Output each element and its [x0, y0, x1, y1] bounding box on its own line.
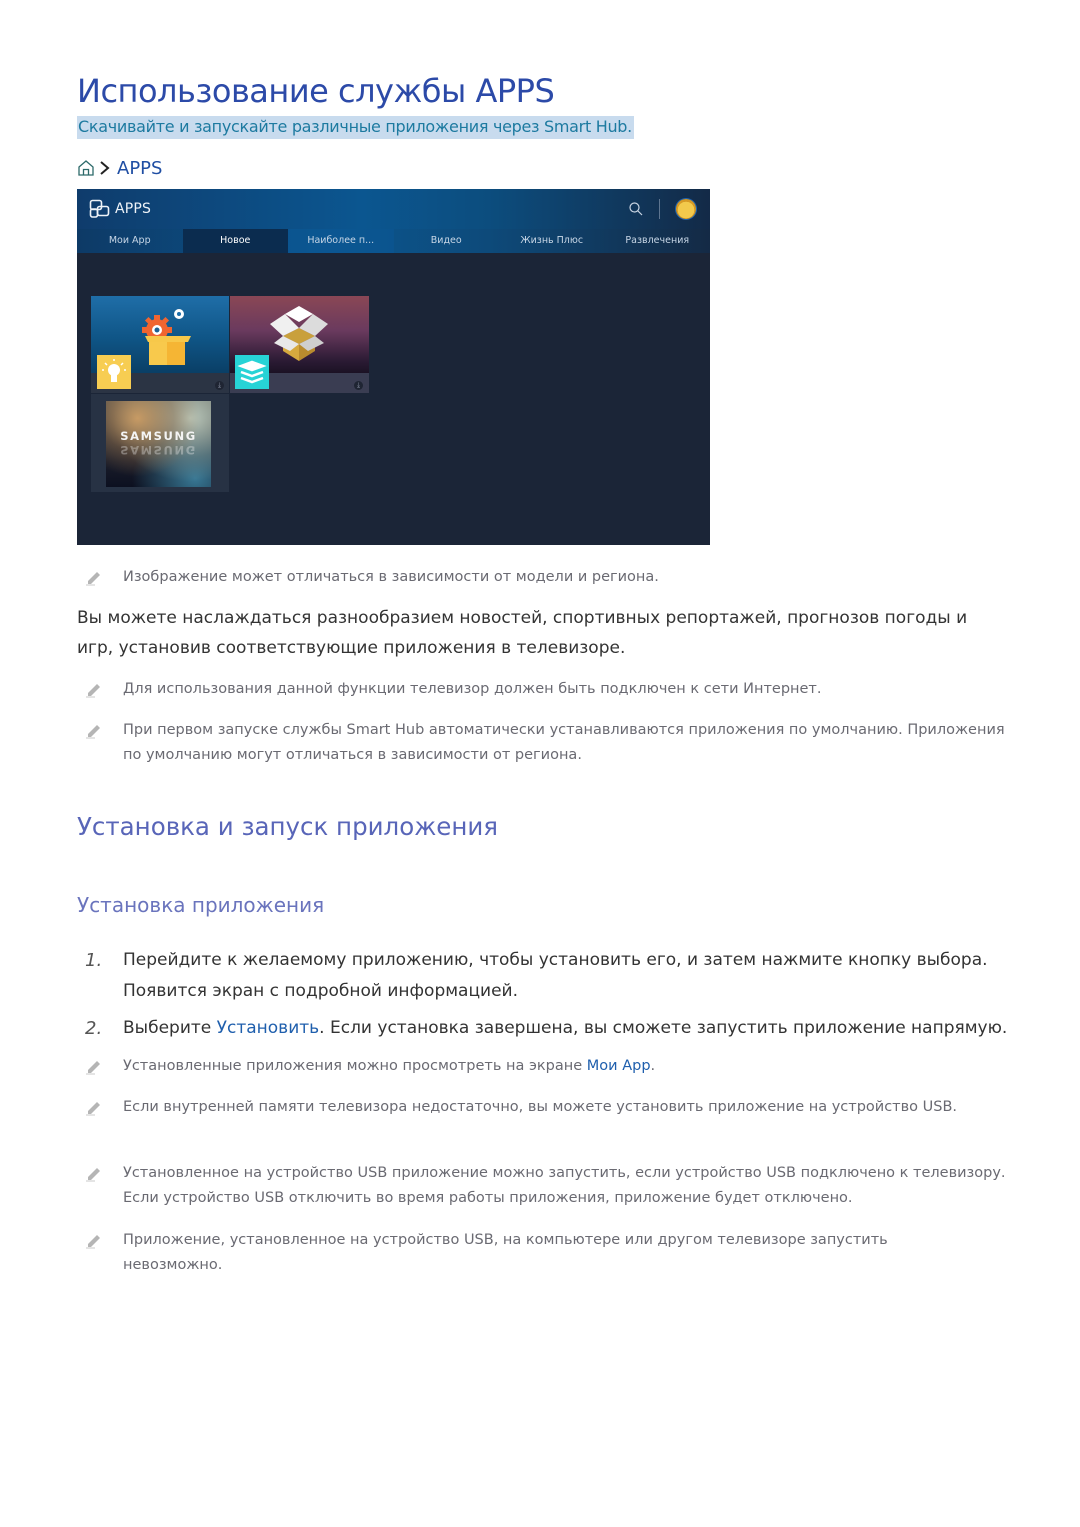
- note-my-apps: Установленные приложения можно просмотре…: [85, 1054, 995, 1079]
- breadcrumb-apps[interactable]: APPS: [117, 158, 162, 179]
- tv-header: APPS: [77, 189, 710, 229]
- tab-my-apps[interactable]: Мои App: [77, 229, 183, 253]
- note-text: Установленные приложения можно просмотре…: [123, 1054, 995, 1079]
- note-text-before: Установленные приложения можно просмотре…: [123, 1058, 587, 1074]
- apps-title: APPS: [115, 201, 152, 217]
- pencil-icon: [86, 572, 100, 586]
- step-1: 1. Перейдите к желаемому приложению, что…: [85, 945, 1030, 1007]
- section-heading: Установка и запуск приложения: [77, 812, 499, 841]
- apps-logo-icon: [89, 199, 110, 218]
- apps-logo: APPS: [89, 199, 151, 219]
- profile-avatar-icon[interactable]: [676, 199, 696, 219]
- tab-video[interactable]: Видео: [394, 229, 500, 253]
- note-image-varies: Изображение может отличаться в зависимос…: [85, 565, 995, 590]
- chevron-right-icon: [100, 161, 110, 175]
- intro-paragraph: Вы можете наслаждаться разнообразием нов…: [77, 608, 968, 658]
- apps-screenshot: APPS Мои App Новое Наиболее п... Видео Ж…: [77, 189, 710, 545]
- samsung-art: SAMSUNG SAMSUNG: [106, 401, 211, 487]
- tv-tabs: Мои App Новое Наиболее п... Видео Жизнь …: [77, 229, 710, 253]
- pencil-icon: [86, 684, 100, 698]
- note-usb-other-device: Приложение, установленное на устройство …: [85, 1228, 965, 1278]
- tab-new[interactable]: Новое: [182, 229, 288, 253]
- note-usb-run: Установленное на устройство USB приложен…: [85, 1161, 1010, 1211]
- note-text: Для использования данной функции телевиз…: [123, 681, 822, 697]
- header-divider: [659, 199, 660, 219]
- note-internet: Для использования данной функции телевиз…: [85, 677, 995, 702]
- page-title: Использование службы APPS: [77, 72, 555, 110]
- note-usb-install: Если внутренней памяти телевизора недост…: [85, 1095, 985, 1120]
- pencil-icon: [86, 1168, 100, 1182]
- subsection-heading: Установка приложения: [77, 893, 325, 917]
- pencil-icon: [86, 1235, 100, 1249]
- step-text-after: . Если установка завершена, вы сможете з…: [319, 1018, 1008, 1038]
- tab-most-popular[interactable]: Наиболее п...: [288, 229, 394, 253]
- step-text-before: Выберите: [123, 1018, 217, 1038]
- step-2: 2. Выберите Установить. Если установка з…: [85, 1013, 1045, 1044]
- samsung-logo: SAMSUNG: [120, 429, 197, 443]
- note-text-after: .: [650, 1058, 656, 1074]
- note-text: Установленное на устройство USB приложен…: [123, 1165, 1006, 1206]
- page-subtitle: Скачивайте и запускайте различные прилож…: [77, 116, 634, 139]
- note-text: Приложение, установленное на устройство …: [123, 1232, 888, 1273]
- app-tile-1[interactable]: ⤓: [91, 296, 229, 393]
- download-icon[interactable]: ⤓: [215, 381, 224, 390]
- pencil-icon: [86, 1102, 100, 1116]
- install-link[interactable]: Установить: [217, 1018, 320, 1038]
- note-default-apps: При первом запуске службы Smart Hub авто…: [85, 718, 1005, 768]
- app-tile-samsung[interactable]: SAMSUNG SAMSUNG: [91, 394, 229, 492]
- samsung-logo-reflection: SAMSUNG: [120, 443, 197, 457]
- step-number: 2.: [85, 1018, 103, 1039]
- tab-lifestyle[interactable]: Жизнь Плюс: [499, 229, 605, 253]
- layers-icon: [235, 355, 269, 389]
- breadcrumb: APPS: [77, 156, 162, 180]
- step-text: Перейдите к желаемому приложению, чтобы …: [123, 950, 988, 1001]
- my-apps-link[interactable]: Мои App: [587, 1058, 651, 1074]
- note-text: Изображение может отличаться в зависимос…: [123, 569, 659, 585]
- lightbulb-icon: [97, 355, 131, 389]
- home-icon: [78, 160, 94, 176]
- step-number: 1.: [85, 950, 103, 971]
- note-text: Если внутренней памяти телевизора недост…: [123, 1099, 958, 1115]
- app-tile-2[interactable]: ⤓: [230, 296, 369, 393]
- tab-entertainment[interactable]: Развлечения: [605, 229, 711, 253]
- note-text: При первом запуске службы Smart Hub авто…: [123, 722, 1005, 763]
- step-text: Выберите Установить. Если установка заве…: [123, 1013, 1045, 1044]
- download-icon[interactable]: ⤓: [354, 381, 363, 390]
- search-icon[interactable]: [628, 201, 644, 217]
- pencil-icon: [86, 1061, 100, 1075]
- pencil-icon: [86, 725, 100, 739]
